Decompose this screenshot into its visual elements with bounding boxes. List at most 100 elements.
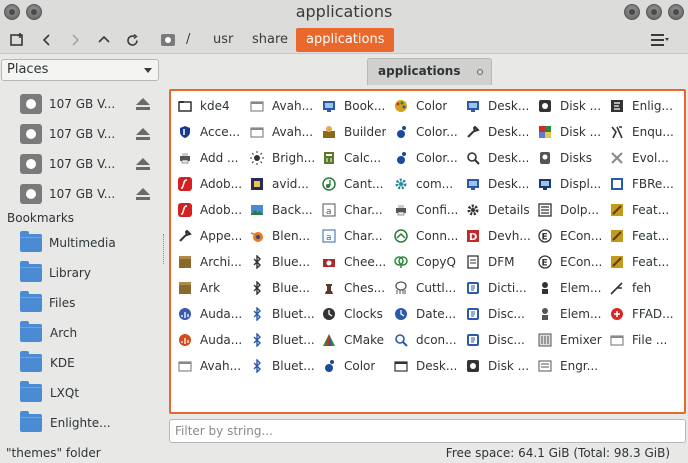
file-item[interactable]: Calc...: [317, 147, 389, 169]
file-item[interactable]: Details: [461, 199, 533, 221]
file-item[interactable]: Ches...: [317, 277, 389, 299]
sidebar-bookmark-kde[interactable]: KDE: [20, 350, 75, 376]
up-icon[interactable]: [94, 30, 114, 50]
file-item[interactable]: Color: [389, 95, 461, 117]
file-item[interactable]: Brigh...: [245, 147, 317, 169]
file-item[interactable]: Auda...: [173, 303, 245, 325]
file-item[interactable]: Color: [317, 355, 389, 377]
file-item[interactable]: Enlig...: [605, 95, 677, 117]
new-tab-icon[interactable]: [7, 30, 27, 50]
file-item[interactable]: Acce...: [173, 121, 245, 143]
file-item[interactable]: Auda...: [173, 329, 245, 351]
sidebar-bookmark-files[interactable]: Files: [20, 290, 75, 316]
file-item[interactable]: Blue...: [245, 277, 317, 299]
file-item[interactable]: dcon...: [389, 329, 461, 351]
file-item[interactable]: Confi...: [389, 199, 461, 221]
file-item[interactable]: Appe...: [173, 225, 245, 247]
file-item[interactable]: File ...: [605, 329, 677, 351]
file-item[interactable]: Feat...: [605, 251, 677, 273]
tab-close-icon[interactable]: [477, 69, 483, 75]
sidebar-drive[interactable]: 107 GB V...: [20, 91, 115, 117]
sidebar-drive[interactable]: 107 GB V...: [20, 121, 115, 147]
file-item[interactable]: Feat...: [605, 225, 677, 247]
file-item[interactable]: Bluet...: [245, 355, 317, 377]
eject-icon[interactable]: [136, 128, 150, 140]
file-item[interactable]: Dicti...: [461, 277, 533, 299]
close-button[interactable]: [668, 4, 684, 20]
file-item[interactable]: Bluet...: [245, 303, 317, 325]
root-drive-icon[interactable]: [158, 30, 178, 50]
sidebar-drive[interactable]: 107 GB V...: [20, 151, 115, 177]
file-item[interactable]: Disc...: [461, 329, 533, 351]
sidebar-drive[interactable]: 107 GB V...: [20, 181, 115, 207]
filter-input[interactable]: Filter by string...: [169, 419, 686, 443]
file-item[interactable]: Disc...: [461, 303, 533, 325]
file-item[interactable]: Feat...: [605, 199, 677, 221]
file-item[interactable]: Archi...: [173, 251, 245, 273]
file-item[interactable]: avid...: [245, 173, 317, 195]
file-item[interactable]: Adob...: [173, 173, 245, 195]
file-item[interactable]: a Char...: [317, 199, 389, 221]
sidebar-bookmark-enlightenment[interactable]: Enlighte...: [20, 410, 111, 436]
file-item[interactable]: Disk ...: [533, 95, 605, 117]
file-item[interactable]: Book...: [317, 95, 389, 117]
back-icon[interactable]: [37, 30, 57, 50]
file-item[interactable]: Conn...: [389, 225, 461, 247]
file-item[interactable]: Cant...: [317, 173, 389, 195]
file-item[interactable]: Disk ...: [533, 121, 605, 143]
eject-icon[interactable]: [136, 98, 150, 110]
file-item[interactable]: Chee...: [317, 251, 389, 273]
file-item[interactable]: Color...: [389, 121, 461, 143]
file-item[interactable]: Clocks: [317, 303, 389, 325]
file-item[interactable]: Engr...: [533, 355, 605, 377]
forward-icon[interactable]: [65, 30, 85, 50]
file-item[interactable]: Avah...: [173, 355, 245, 377]
file-item[interactable]: FFAD...: [605, 303, 677, 325]
sidebar-bookmark-lxqt[interactable]: LXQt: [20, 380, 79, 406]
file-item[interactable]: Color...: [389, 147, 461, 169]
file-item[interactable]: Adob...: [173, 199, 245, 221]
sidebar-bookmark-multimedia[interactable]: Multimedia: [20, 230, 116, 256]
file-item[interactable]: Avah...: [245, 95, 317, 117]
file-item[interactable]: FBRe...: [605, 173, 677, 195]
file-item[interactable]: Desk...: [461, 173, 533, 195]
file-item[interactable]: CopyQ: [389, 251, 461, 273]
file-item[interactable]: Desk...: [389, 355, 461, 377]
file-item[interactable]: Enqu...: [605, 121, 677, 143]
tab-applications[interactable]: applications: [367, 58, 492, 85]
file-item[interactable]: a Char...: [317, 225, 389, 247]
file-item[interactable]: Avah...: [245, 121, 317, 143]
file-item[interactable]: Dolp...: [533, 199, 605, 221]
file-item[interactable]: Desk...: [461, 95, 533, 117]
maximize-button[interactable]: [646, 4, 662, 20]
file-item[interactable]: Bluet...: [245, 329, 317, 351]
places-dropdown[interactable]: Places: [1, 59, 159, 81]
file-item[interactable]: Emixer: [533, 329, 605, 351]
file-item[interactable]: Disks: [533, 147, 605, 169]
file-item[interactable]: Back...: [245, 199, 317, 221]
sidebar-bookmark-arch[interactable]: Arch: [20, 320, 77, 346]
file-item[interactable]: Add ...: [173, 147, 245, 169]
file-item[interactable]: com...: [389, 173, 461, 195]
file-item[interactable]: Elem...: [533, 303, 605, 325]
file-item[interactable]: Builder: [317, 121, 389, 143]
eject-icon[interactable]: [136, 188, 150, 200]
file-item[interactable]: Desk...: [461, 121, 533, 143]
menu-icon[interactable]: [650, 30, 670, 50]
file-item[interactable]: Cuttl...: [389, 277, 461, 299]
file-item[interactable]: feh: [605, 277, 677, 299]
file-item[interactable]: Displ...: [533, 173, 605, 195]
file-item[interactable]: Evol...: [605, 147, 677, 169]
file-item[interactable]: CMake: [317, 329, 389, 351]
file-grid[interactable]: kde4 Acce... Add ... Adob... Adob... Appe... A…: [169, 89, 686, 414]
file-item[interactable]: E ECon...: [533, 251, 605, 273]
file-item[interactable]: Elem...: [533, 277, 605, 299]
file-item[interactable]: kde4: [173, 95, 245, 117]
file-item[interactable]: Desk...: [461, 147, 533, 169]
sidebar-splitter-handle[interactable]: [163, 234, 165, 264]
file-item[interactable]: Blen...: [245, 225, 317, 247]
file-item[interactable]: Disk ...: [461, 355, 533, 377]
breadcrumb-usr[interactable]: usr: [205, 28, 241, 52]
breadcrumb-share[interactable]: share: [244, 28, 296, 52]
file-item[interactable]: E ECon...: [533, 225, 605, 247]
